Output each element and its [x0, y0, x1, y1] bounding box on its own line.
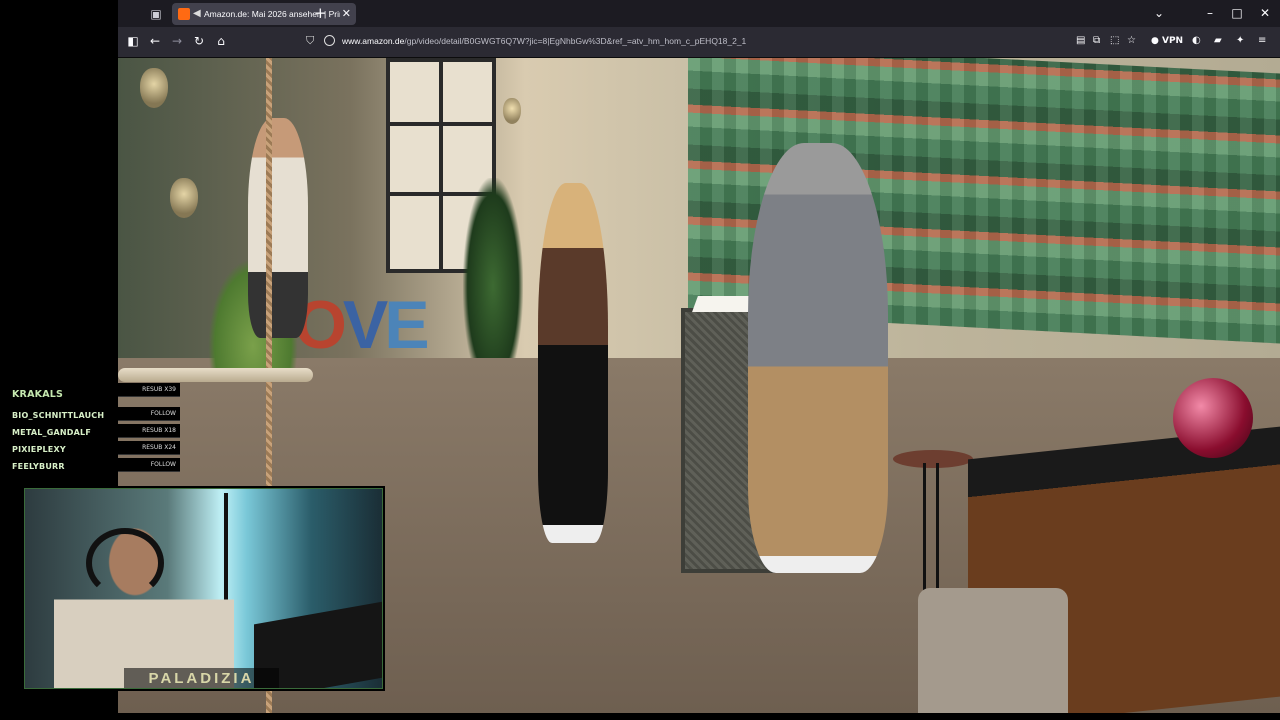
chat-channel-name: KRAKALS [12, 389, 64, 400]
video-plant-tall [463, 178, 523, 358]
extension-badge-icon[interactable]: ▰ [1214, 33, 1222, 49]
video-light-bulb [503, 98, 521, 124]
webcam-overlay: PALADIZIA [22, 486, 385, 691]
video-chair [918, 588, 1068, 713]
new-tab-button[interactable]: + [314, 4, 327, 22]
reload-icon[interactable]: ↻ [190, 32, 208, 50]
url-text[interactable]: www.amazon.de/gp/video/detail/B0GWGT6Q7W… [342, 33, 746, 49]
forward-icon[interactable]: → [168, 32, 186, 50]
back-icon[interactable]: ← [146, 32, 164, 50]
amazon-icon [178, 8, 190, 20]
extension-globe-icon[interactable]: ◐ [1192, 33, 1201, 49]
chat-username: PIXIEPLEXY [12, 445, 66, 454]
chat-username: METAL_GANDALF [12, 428, 91, 437]
video-light-bulb [170, 178, 198, 218]
chat-event-tag: FOLLOW [118, 407, 180, 421]
maximize-icon[interactable]: □ [1229, 5, 1245, 21]
stream-chat-overlay: KRAKALS RESUB X39 BIO_SCHNITTLAUCH FOLLO… [0, 383, 180, 475]
vpn-label: VPN [1162, 36, 1184, 46]
menu-icon[interactable]: ≡ [1258, 33, 1266, 49]
tab-bar: ▣ ◀ Amazon.de: Mai 2026 ansehen | Prime … [118, 0, 1280, 27]
navigation-bar: ◧ ← → ↻ ⌂ ⛉ www.amazon.de/gp/video/detai… [118, 27, 1280, 58]
speaker-icon[interactable]: ◀ [193, 6, 201, 22]
close-window-icon[interactable]: ✕ [1257, 5, 1273, 21]
home-icon[interactable]: ⌂ [212, 32, 230, 50]
url-domain: www.amazon.de [342, 36, 405, 46]
extensions-puzzle-icon[interactable]: ✦ [1236, 33, 1244, 49]
chat-username: FEELYBURR [12, 462, 65, 471]
video-stool-leg [923, 463, 939, 603]
video-glass-ball [1173, 378, 1253, 458]
webcam-border [24, 488, 383, 689]
browser-window: ▣ ◀ Amazon.de: Mai 2026 ansehen | Prime … [118, 0, 1280, 58]
chat-event-tag: FOLLOW [118, 458, 180, 472]
minimize-icon[interactable]: – [1202, 5, 1218, 21]
chat-event-tag: RESUB X24 [118, 441, 180, 455]
tab-amazon[interactable]: ◀ Amazon.de: Mai 2026 ansehen | Prime Vi… [172, 3, 356, 25]
shield-icon[interactable]: ⛉ [306, 33, 314, 49]
video-person-right [748, 143, 888, 573]
chevron-down-icon[interactable]: ⌄ [1151, 5, 1167, 21]
close-tab-icon[interactable]: ✕ [342, 6, 351, 22]
video-person-center [538, 183, 608, 543]
chat-event-tag: RESUB X18 [118, 424, 180, 438]
video-love-letters-decor: OVE [294, 287, 430, 363]
video-person-left [248, 118, 308, 338]
picture-in-picture-icon[interactable]: ⧉ [1093, 33, 1100, 49]
url-path: /gp/video/detail/B0GWGT6Q7W?jic=8|EgNhbG… [404, 36, 747, 46]
vpn-button[interactable]: ● VPN [1151, 33, 1183, 49]
video-light-bulb [140, 68, 168, 108]
chat-username: BIO_SCHNITTLAUCH [12, 411, 105, 420]
reader-view-icon[interactable]: ▤ [1076, 33, 1085, 49]
tab-list-icon[interactable]: ▣ [148, 6, 164, 22]
video-branch [118, 368, 313, 382]
url-bar[interactable]: ⛉ www.amazon.de/gp/video/detail/B0GWGT6Q… [300, 30, 1150, 52]
chat-event-tag: RESUB X39 [118, 383, 180, 397]
bookmark-star-icon[interactable]: ☆ [1127, 33, 1136, 49]
site-info-icon[interactable] [324, 35, 335, 46]
sidebar-toggle-icon[interactable]: ◧ [124, 32, 142, 50]
screenshot-icon[interactable]: ⬚ [1110, 33, 1119, 49]
